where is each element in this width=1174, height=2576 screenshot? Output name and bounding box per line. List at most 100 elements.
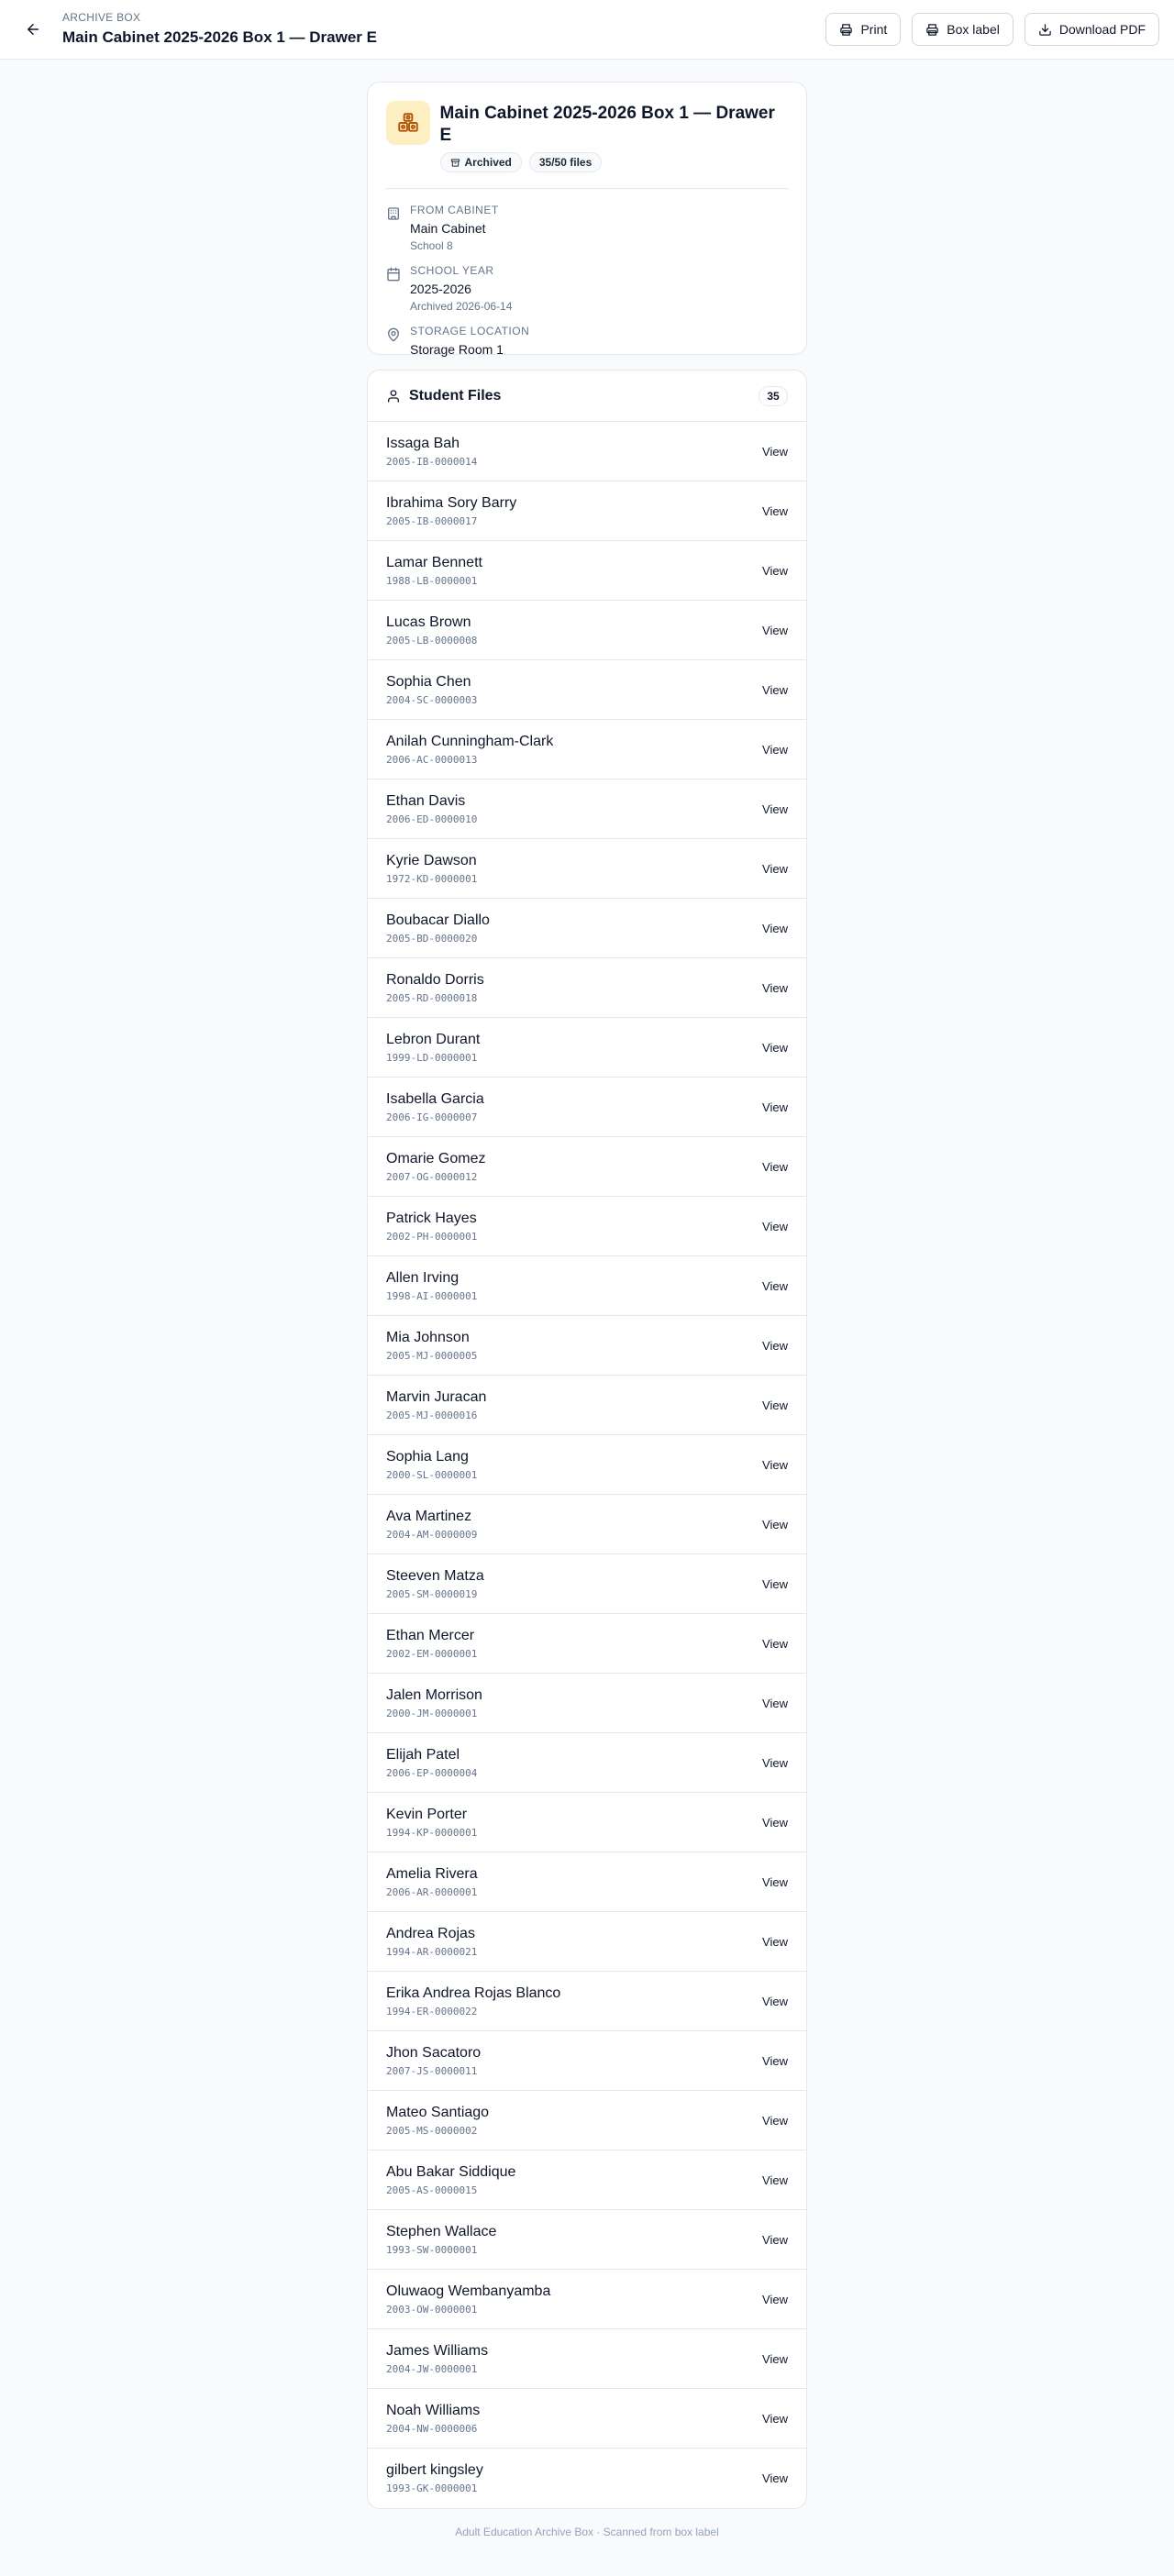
view-button[interactable]: View xyxy=(753,2228,788,2252)
header-actions: Print Box label Download PDF xyxy=(825,13,1159,46)
view-button[interactable]: View xyxy=(753,737,788,762)
view-button[interactable]: View xyxy=(753,976,788,1001)
student-info: Kyrie Dawson 1972-KD-0000001 xyxy=(386,852,477,886)
list-item: Abu Bakar Siddique 2005-AS-0000015 View xyxy=(368,2150,806,2210)
list-item: Mia Johnson 2005-MJ-0000005 View xyxy=(368,1316,806,1376)
student-info: Steeven Matza 2005-SM-0000019 xyxy=(386,1567,484,1601)
student-name: Patrick Hayes xyxy=(386,1210,477,1226)
view-button[interactable]: View xyxy=(753,1810,788,1835)
student-id: 2000-SL-0000001 xyxy=(386,1468,478,1481)
student-name: Kevin Porter xyxy=(386,1806,468,1822)
list-item: Sophia Lang 2000-SL-0000001 View xyxy=(368,1435,806,1495)
view-button[interactable]: View xyxy=(753,1512,788,1537)
meta-location: STORAGE LOCATION Storage Room 1 xyxy=(386,325,788,359)
view-button[interactable]: View xyxy=(753,1870,788,1895)
student-id: 1998-AI-0000001 xyxy=(386,1289,478,1302)
list-item: Lamar Bennett 1988-LB-0000001 View xyxy=(368,541,806,601)
view-button[interactable]: View xyxy=(753,2168,788,2193)
download-pdf-button-label: Download PDF xyxy=(1058,22,1146,37)
student-name: Anilah Cunningham-Clark xyxy=(386,733,554,749)
view-button[interactable]: View xyxy=(753,1393,788,1418)
list-item: Anilah Cunningham-Clark 2006-AC-0000013 Vi… xyxy=(368,720,806,779)
view-button[interactable]: View xyxy=(753,1989,788,2014)
view-button[interactable]: View xyxy=(753,2108,788,2133)
student-id: 2005-MS-0000002 xyxy=(386,2124,478,2137)
student-id: 2005-LB-0000008 xyxy=(386,634,478,647)
student-name: Sophia Chen xyxy=(386,673,471,690)
student-name: Noah Williams xyxy=(386,2402,481,2418)
download-pdf-button[interactable]: Download PDF xyxy=(1024,13,1159,46)
student-name: Ronaldo Dorris xyxy=(386,971,484,988)
meta-cabinet-label: FROM CABINET xyxy=(410,204,499,216)
view-button[interactable]: View xyxy=(753,1214,788,1239)
list-item: Kevin Porter 1994-KP-0000001 View xyxy=(368,1793,806,1852)
view-button[interactable]: View xyxy=(753,618,788,643)
view-button[interactable]: View xyxy=(753,2049,788,2073)
list-item: Jhon Sacatoro 2007-JS-0000011 View xyxy=(368,2031,806,2091)
print-button[interactable]: Print xyxy=(825,13,902,46)
view-button[interactable]: View xyxy=(753,439,788,464)
student-info: Ethan Davis 2006-ED-0000010 xyxy=(386,792,477,826)
view-button[interactable]: View xyxy=(753,1274,788,1299)
status-badge: Archived xyxy=(439,152,522,172)
view-button[interactable]: View xyxy=(753,2347,788,2371)
meta-cabinet-value: Main Cabinet xyxy=(410,221,486,236)
view-button[interactable]: View xyxy=(753,1453,788,1477)
view-button[interactable]: View xyxy=(753,1095,788,1120)
view-button[interactable]: View xyxy=(753,857,788,881)
student-info: Lucas Brown 2005-LB-0000008 xyxy=(386,614,477,647)
view-button[interactable]: View xyxy=(753,1035,788,1060)
student-id: 2006-AC-0000013 xyxy=(386,753,478,766)
view-button[interactable]: View xyxy=(753,2406,788,2431)
view-button[interactable]: View xyxy=(753,1691,788,1716)
archive-box-icon xyxy=(386,101,430,145)
student-info: Sophia Chen 2004-SC-0000003 xyxy=(386,673,477,707)
view-button[interactable]: View xyxy=(753,797,788,822)
student-info: Andrea Rojas 1994-AR-0000021 xyxy=(386,1925,477,1959)
view-button[interactable]: View xyxy=(753,1572,788,1597)
student-info: Oluwaog Wembanyamba 2003-OW-0000001 xyxy=(386,2283,550,2316)
list-item: Andrea Rojas 1994-AR-0000021 View xyxy=(368,1912,806,1972)
meta-cabinet-sub: School 8 xyxy=(410,239,453,252)
student-id: 2002-PH-0000001 xyxy=(386,1230,478,1243)
student-name: Ethan Davis xyxy=(386,792,466,809)
student-info: Ethan Mercer 2002-EM-0000001 xyxy=(386,1627,477,1661)
student-name: Elijah Patel xyxy=(386,1746,460,1763)
student-id: 1993-SW-0000001 xyxy=(386,2243,478,2256)
student-name: Abu Bakar Siddique xyxy=(386,2163,516,2180)
meta-year-label: SCHOOL YEAR xyxy=(410,264,494,277)
view-button[interactable]: View xyxy=(753,678,788,702)
list-item: Elijah Patel 2006-EP-0000004 View xyxy=(368,1733,806,1793)
view-button[interactable]: View xyxy=(753,1929,788,1954)
printer-icon xyxy=(926,23,938,36)
student-id: 2007-JS-0000011 xyxy=(386,2064,478,2077)
student-id: 2005-MJ-0000005 xyxy=(386,1349,478,1362)
list-item: Lebron Durant 1999-LD-0000001 View xyxy=(368,1018,806,1078)
student-name: Stephen Wallace xyxy=(386,2223,497,2239)
student-name: Jhon Sacatoro xyxy=(386,2044,482,2061)
view-button[interactable]: View xyxy=(753,916,788,941)
back-button[interactable] xyxy=(20,17,46,42)
view-button[interactable]: View xyxy=(753,2466,788,2491)
student-name: Ethan Mercer xyxy=(386,1627,475,1643)
view-button[interactable]: View xyxy=(753,1751,788,1775)
student-id: 2005-SM-0000019 xyxy=(386,1587,478,1600)
view-button[interactable]: View xyxy=(753,558,788,583)
student-name: Isabella Garcia xyxy=(386,1090,484,1107)
calendar-icon xyxy=(387,267,400,282)
box-summary-card: Main Cabinet 2025-2026 Box 1 — Drawer E … xyxy=(367,82,807,357)
student-info: Elijah Patel 2006-EP-0000004 xyxy=(386,1746,477,1780)
view-button[interactable]: View xyxy=(753,1631,788,1656)
student-info: Isabella Garcia 2006-IG-0000007 xyxy=(386,1090,484,1124)
student-name: Kyrie Dawson xyxy=(386,852,477,868)
student-id: 2005-MJ-0000016 xyxy=(386,1409,478,1421)
student-id: 2004-NW-0000006 xyxy=(386,2422,478,2435)
view-button[interactable]: View xyxy=(753,499,788,524)
view-button[interactable]: View xyxy=(753,1333,788,1358)
box-label-button[interactable]: Box label xyxy=(912,13,1013,46)
student-id: 1994-AR-0000021 xyxy=(386,1945,478,1958)
student-id: 1994-KP-0000001 xyxy=(386,1826,478,1839)
view-button[interactable]: View xyxy=(753,1155,788,1179)
view-button[interactable]: View xyxy=(753,2287,788,2312)
box-badges: Archived 35/50 files xyxy=(439,152,788,172)
